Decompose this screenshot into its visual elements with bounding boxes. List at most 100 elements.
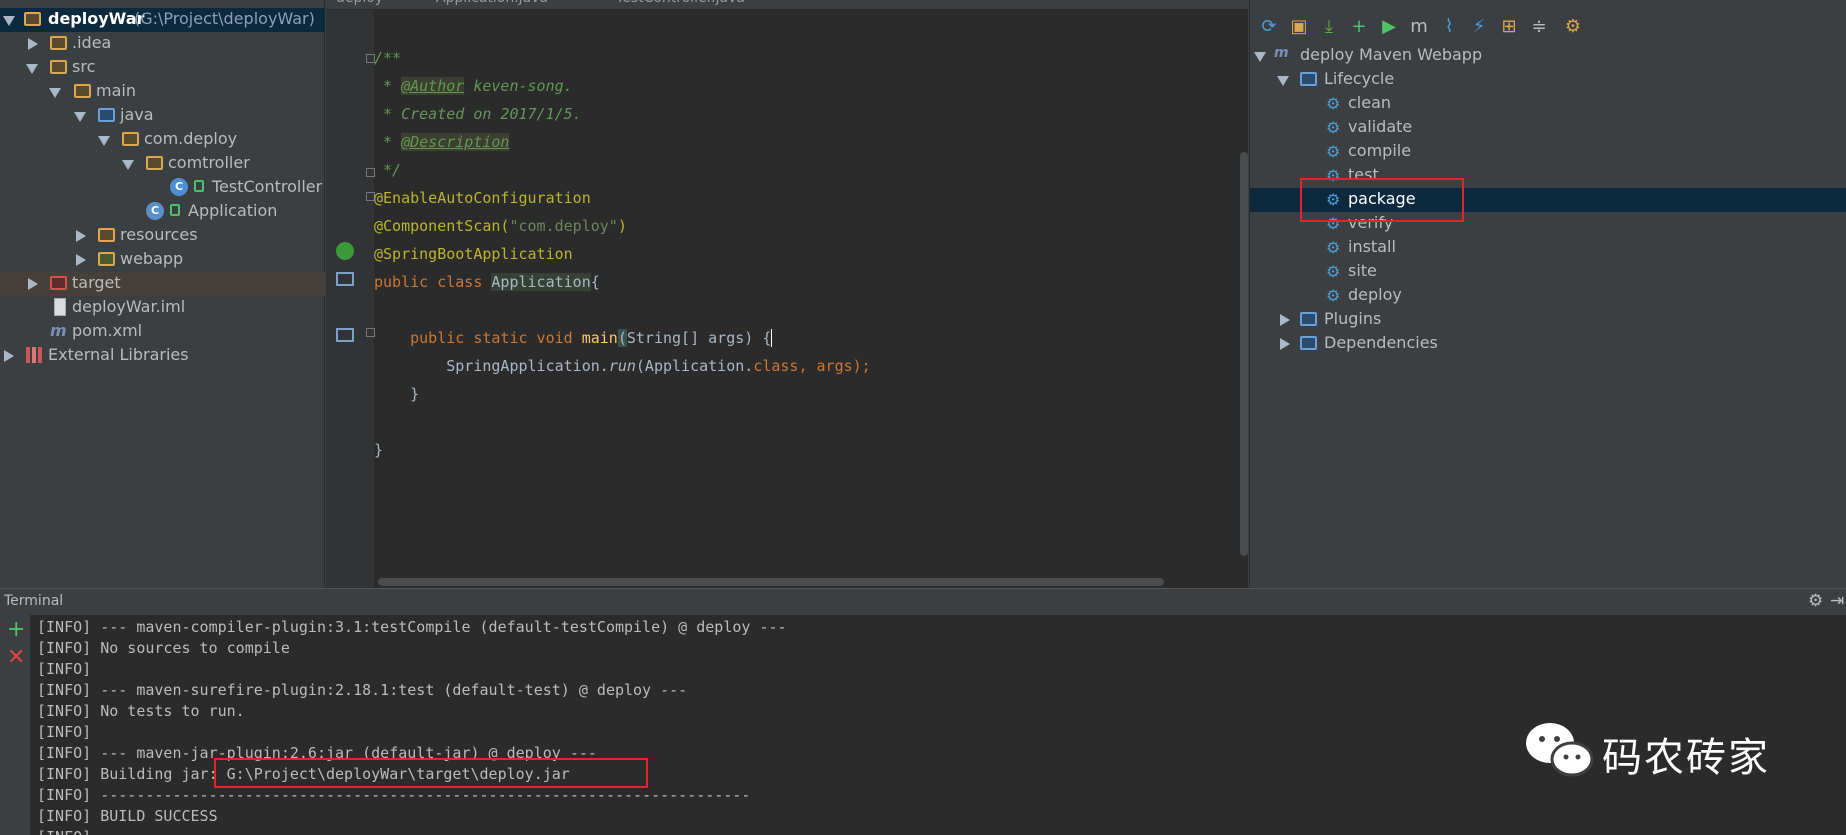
tree-item-label: TestController: [212, 177, 323, 196]
tree-item-comtroller[interactable]: comtroller: [0, 152, 325, 176]
expand-arrow-icon[interactable]: [3, 16, 15, 26]
phase-deploy[interactable]: ⚙ deploy: [1250, 284, 1846, 308]
phase-site[interactable]: ⚙ site: [1250, 260, 1846, 284]
tree-item-application[interactable]: C Application: [0, 200, 325, 224]
tree-item-resources[interactable]: resources: [0, 224, 325, 248]
tree-item-label: java: [120, 105, 154, 124]
close-session-icon[interactable]: ✕: [7, 645, 25, 670]
download-icon[interactable]: ⤓: [1318, 16, 1340, 38]
javadoc-tag: @Description: [401, 133, 510, 151]
highlight-box-package: [1300, 178, 1464, 222]
tree-item-idea[interactable]: .idea: [0, 32, 325, 56]
code-line: * @Author keven-song.: [374, 72, 573, 100]
comment-text: *: [374, 77, 402, 95]
terminal-line: [INFO] No sources to compile: [37, 639, 290, 657]
tree-item-label: src: [72, 57, 96, 76]
expand-arrow-icon[interactable]: [98, 136, 110, 146]
folder-icon: [50, 36, 67, 50]
expand-arrow-icon[interactable]: [1277, 76, 1289, 86]
collapse-arrow-icon[interactable]: [76, 254, 86, 266]
method-icon[interactable]: [336, 328, 354, 342]
code-line: }: [374, 441, 384, 459]
tab-deploy[interactable]: deploy: [336, 0, 383, 9]
tree-item-target[interactable]: target: [0, 272, 325, 296]
dependencies-label: Dependencies: [1324, 333, 1438, 352]
editor-tab-bar: deploy Application.java TestController.j…: [326, 0, 1248, 10]
libraries-icon: [26, 347, 42, 363]
code-text: (Application.: [635, 357, 754, 375]
phase-label: compile: [1348, 141, 1412, 160]
tree-item-java[interactable]: java: [0, 104, 325, 128]
run-icon[interactable]: ▶: [1378, 16, 1400, 38]
run-spring-boot-icon[interactable]: [336, 242, 354, 260]
highlight-box-jar-path: [214, 758, 648, 788]
generate-sources-icon[interactable]: ▣: [1288, 16, 1310, 38]
collapse-arrow-icon[interactable]: [28, 278, 38, 290]
editor-vertical-scrollbar[interactable]: [1240, 152, 1248, 556]
editor-horizontal-scrollbar[interactable]: [378, 578, 1164, 586]
tree-item-com-deploy[interactable]: com.deploy: [0, 128, 325, 152]
collapse-arrow-icon[interactable]: [28, 38, 38, 50]
phase-validate[interactable]: ⚙ validate: [1250, 116, 1846, 140]
tree-item-testcontroller[interactable]: C TestController: [0, 176, 325, 200]
code-editor[interactable]: /** * @Author keven-song. * Created on 2…: [326, 10, 1574, 588]
tab-application-java[interactable]: Application.java: [436, 0, 548, 9]
reimport-icon[interactable]: ⟳: [1258, 16, 1280, 38]
tree-item-webapp[interactable]: webapp: [0, 248, 325, 272]
gear-icon: ⚙: [1326, 118, 1341, 137]
gear-icon[interactable]: ⚙: [1808, 591, 1823, 611]
project-root-node[interactable]: deployWar (G:\Project\deployWar): [0, 8, 325, 32]
collapse-arrow-icon[interactable]: [1280, 314, 1290, 326]
tab-testcontroller-java[interactable]: TestController.java: [616, 0, 745, 9]
expand-arrow-icon[interactable]: [26, 64, 38, 74]
collapse-all-icon[interactable]: ≑: [1528, 16, 1550, 38]
phase-clean[interactable]: ⚙ clean: [1250, 92, 1846, 116]
plugins-label: Plugins: [1324, 309, 1382, 328]
expand-arrow-icon[interactable]: [122, 160, 134, 170]
phase-label: install: [1348, 237, 1396, 256]
expand-arrow-icon[interactable]: [49, 88, 61, 98]
folder-icon: [74, 84, 91, 98]
web-folder-icon: [98, 252, 115, 266]
lock-icon: [194, 180, 204, 192]
plugins-node[interactable]: Plugins: [1250, 308, 1846, 332]
lifecycle-folder-icon: [1300, 72, 1317, 86]
add-icon[interactable]: +: [1348, 16, 1370, 38]
lifecycle-node[interactable]: Lifecycle: [1250, 68, 1846, 92]
tree-item-main[interactable]: main: [0, 80, 325, 104]
class-name: Application: [491, 273, 591, 291]
code-line: @EnableAutoConfiguration: [374, 189, 591, 207]
tree-item-src[interactable]: src: [0, 56, 325, 80]
hide-panel-icon[interactable]: ⇥: [1830, 591, 1844, 611]
maven-goal-icon[interactable]: m: [1408, 16, 1430, 38]
toggle-offline-icon[interactable]: ⌇: [1438, 16, 1460, 38]
code-text: SpringApplication.: [374, 357, 609, 375]
code-line: */: [374, 161, 402, 179]
settings-icon[interactable]: ⚙: [1562, 16, 1584, 38]
folder-icon: [50, 60, 67, 74]
keyword: class: [753, 357, 799, 375]
collapse-arrow-icon[interactable]: [1280, 338, 1290, 350]
brace: {: [590, 273, 600, 291]
gear-icon: ⚙: [1326, 142, 1341, 161]
javadoc-tag: @Author: [401, 77, 465, 95]
expand-arrow-icon[interactable]: [1254, 52, 1266, 62]
phase-install[interactable]: ⚙ install: [1250, 236, 1846, 260]
new-session-icon[interactable]: +: [7, 617, 25, 642]
tree-item-iml[interactable]: deployWar.iml: [0, 296, 325, 320]
collapse-arrow-icon[interactable]: [76, 230, 86, 242]
maven-project-node[interactable]: m deploy Maven Webapp: [1250, 44, 1846, 68]
watermark: 码农砖家: [1520, 715, 1820, 785]
skip-tests-icon[interactable]: ⚡: [1468, 16, 1490, 38]
phase-compile[interactable]: ⚙ compile: [1250, 140, 1846, 164]
tree-item-pom[interactable]: m pom.xml: [0, 320, 325, 344]
collapse-arrow-icon[interactable]: [4, 350, 14, 362]
terminal-line: [INFO] --- maven-surefire-plugin:2.18.1:…: [37, 681, 688, 699]
show-dependencies-icon[interactable]: ⊞: [1498, 16, 1520, 38]
expand-arrow-icon[interactable]: [74, 112, 86, 122]
phase-label: site: [1348, 261, 1377, 280]
phase-label: deploy: [1348, 285, 1402, 304]
method-icon[interactable]: [336, 272, 354, 286]
dependencies-node[interactable]: Dependencies: [1250, 332, 1846, 356]
tree-item-external-libraries[interactable]: External Libraries: [0, 344, 325, 368]
